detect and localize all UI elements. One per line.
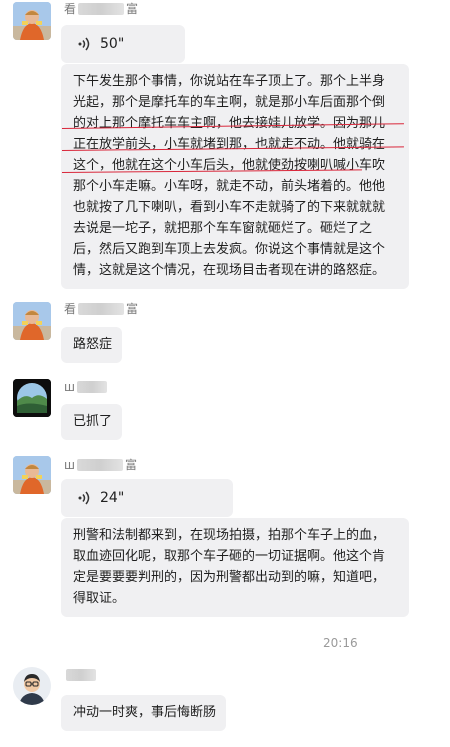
sender-name-redaction xyxy=(78,303,125,315)
message-text: 刑警和法制都来到，在现场拍摄，拍那个车子上的血，取血迹回化呢，取那个车子砸的一切… xyxy=(73,528,386,606)
message-text: 路怒症 xyxy=(73,337,113,352)
voice-wave-icon xyxy=(78,491,90,505)
monk-avatar-icon xyxy=(13,2,51,40)
sender-name-suffix: 富 xyxy=(126,2,139,16)
sender-name-suffix: 富 xyxy=(126,302,139,316)
sender-avatar-monk[interactable] xyxy=(13,2,51,40)
text-message-bubble[interactable]: 冲动一时爽，事后悔断肠 xyxy=(61,695,227,731)
sender-name-suffix: 富 xyxy=(124,458,137,472)
voice-message-bubble[interactable]: 50" xyxy=(61,25,185,63)
text-message-bubble[interactable]: 下午发生那个事情，你说站在车子顶上了。那个上半身光起，那个是摩托车的车主啊，就是… xyxy=(61,64,409,289)
sender-name-redaction xyxy=(76,381,107,393)
sender-name: ш富 xyxy=(64,459,137,471)
message-text: 下午发生那个事情，你说站在车子顶上了。那个上半身光起，那个是摩托车的车主啊，就是… xyxy=(73,74,386,278)
voice-duration: 50" xyxy=(100,35,125,52)
landscape-avatar-icon xyxy=(13,379,51,417)
sender-name-prefix: ш xyxy=(64,458,75,472)
voice-wave-icon xyxy=(78,37,90,51)
monk-avatar-icon xyxy=(13,302,51,340)
sender-name xyxy=(64,669,98,681)
sender-name-redaction xyxy=(76,459,123,471)
sender-avatar-monk[interactable] xyxy=(13,302,51,340)
message-text: 已抓了 xyxy=(73,414,113,429)
sender-name-prefix: 看 xyxy=(64,302,77,316)
message-text: 冲动一时爽，事后悔断肠 xyxy=(73,705,217,720)
sender-name: 看富 xyxy=(64,3,138,15)
cartoon-man-avatar-icon xyxy=(13,667,51,705)
sender-name-redaction xyxy=(78,3,125,15)
sender-name: 看富 xyxy=(64,303,138,315)
sender-name-prefix: 看 xyxy=(64,2,77,16)
sender-name: ш xyxy=(64,381,109,393)
message-timestamp: 20:16 xyxy=(323,636,358,650)
text-message-bubble[interactable]: 路怒症 xyxy=(61,327,123,363)
sender-avatar-landscape[interactable] xyxy=(13,379,51,417)
monk-avatar-icon xyxy=(13,456,51,494)
voice-duration: 24" xyxy=(100,489,125,506)
sender-name-prefix: ш xyxy=(64,380,75,394)
sender-avatar-cartoon[interactable] xyxy=(13,667,51,705)
sender-name-redaction xyxy=(66,669,96,681)
text-message-bubble[interactable]: 已抓了 xyxy=(61,404,123,440)
sender-avatar-monk[interactable] xyxy=(13,456,51,494)
voice-message-bubble[interactable]: 24" xyxy=(61,479,233,517)
text-message-bubble[interactable]: 刑警和法制都来到，在现场拍摄，拍那个车子上的血，取血迹回化呢，取那个车子砸的一切… xyxy=(61,518,409,617)
